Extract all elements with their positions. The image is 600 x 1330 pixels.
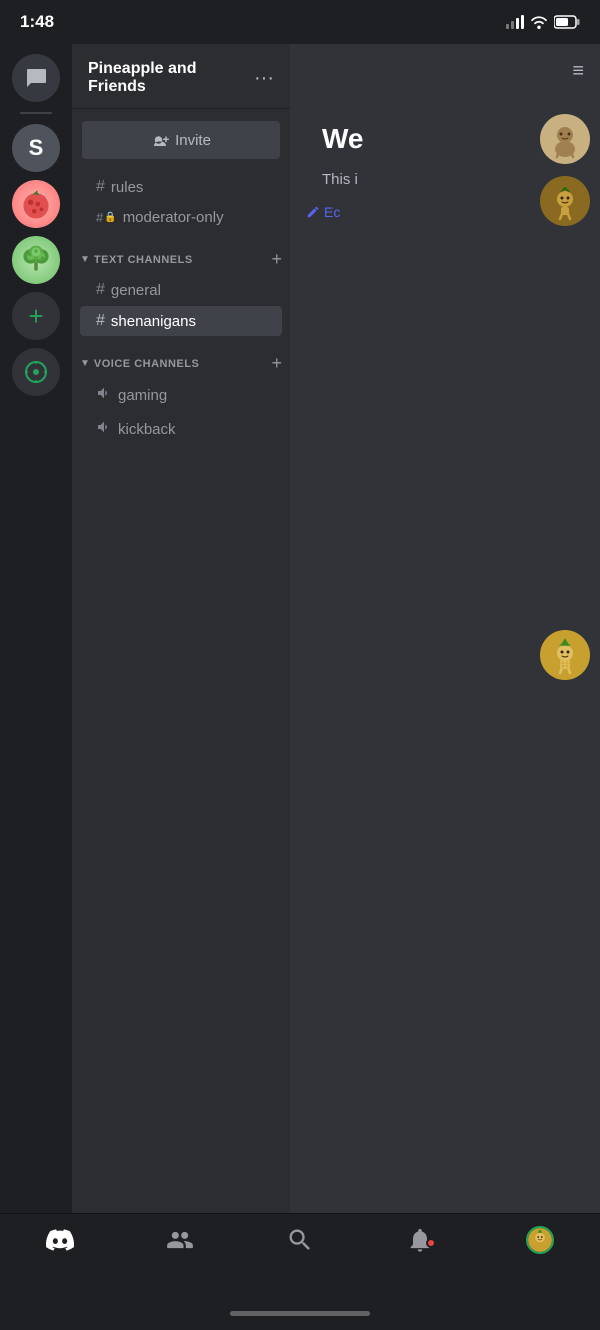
- hash-icon: #: [96, 178, 105, 196]
- category-name-text: TEXT CHANNELS: [94, 254, 193, 266]
- channel-list: # rules #🔒 moderator-only ▼ TEXT CHANNEL…: [72, 171, 290, 1213]
- avatar-2: [540, 176, 590, 226]
- main-layout: S: [0, 44, 600, 1213]
- hash-lock-icon: #🔒: [96, 210, 117, 225]
- right-panel-header: ≡: [290, 44, 600, 99]
- search-icon: [286, 1226, 314, 1254]
- notification-badge: [426, 1238, 436, 1248]
- tab-item-home[interactable]: [46, 1226, 74, 1254]
- server-icon-home[interactable]: [12, 54, 60, 102]
- home-indicator-bar: [230, 1311, 370, 1316]
- channel-item-moderator-only[interactable]: #🔒 moderator-only: [80, 203, 282, 232]
- profile-avatar-icon: [528, 1228, 552, 1252]
- discord-logo-icon: [46, 1226, 74, 1254]
- server-name: Pineapple and Friends: [88, 60, 254, 96]
- edit-label[interactable]: Ec: [324, 204, 340, 220]
- tab-item-friends[interactable]: [166, 1226, 194, 1254]
- tab-bar: [0, 1213, 600, 1296]
- channel-item-general[interactable]: # general: [80, 275, 282, 305]
- tab-item-profile[interactable]: [526, 1226, 554, 1254]
- invite-icon: [151, 131, 169, 149]
- channel-name-general: general: [111, 282, 161, 299]
- status-time: 1:48: [20, 12, 54, 32]
- invite-button[interactable]: Invite: [82, 121, 280, 159]
- channel-name-shenanigans: shenanigans: [111, 313, 196, 330]
- home-indicator: [0, 1296, 600, 1330]
- status-icons: [506, 15, 580, 29]
- server-icon-s[interactable]: S: [12, 124, 60, 172]
- collapse-arrow-voice: ▼: [80, 358, 90, 369]
- pencil-icon: [306, 205, 320, 219]
- category-left: ▼ TEXT CHANNELS: [80, 254, 193, 266]
- hash-icon-shenanigans: #: [96, 312, 105, 330]
- server-icon-explore[interactable]: [12, 348, 60, 396]
- add-voice-channel-icon[interactable]: +: [271, 353, 282, 374]
- status-bar: 1:48: [0, 0, 600, 44]
- avatar-column: [530, 104, 600, 690]
- channel-panel: Pineapple and Friends ··· Invite # rules…: [72, 44, 290, 1213]
- tab-item-notifications[interactable]: [406, 1226, 434, 1254]
- channel-item-gaming[interactable]: gaming: [80, 379, 282, 412]
- channel-item-rules[interactable]: # rules: [80, 172, 282, 202]
- channel-name-kickback: kickback: [118, 421, 176, 438]
- channel-item-shenanigans[interactable]: # shenanigans: [80, 306, 282, 336]
- server-divider: [20, 112, 52, 114]
- more-options-icon[interactable]: ···: [254, 67, 274, 90]
- right-panel: ≡ We This i Ec: [290, 44, 600, 1213]
- hamburger-icon[interactable]: ≡: [572, 60, 584, 83]
- category-name-voice: VOICE CHANNELS: [94, 358, 199, 370]
- server-icon-add[interactable]: +: [12, 292, 60, 340]
- channel-name-rules: rules: [111, 179, 144, 196]
- channel-name-moderator-only: moderator-only: [123, 209, 224, 226]
- category-text-channels[interactable]: ▼ TEXT CHANNELS +: [72, 233, 290, 274]
- avatar-3: [540, 630, 590, 680]
- category-voice-channels[interactable]: ▼ VOICE CHANNELS +: [72, 337, 290, 378]
- speaker-icon-gaming: [96, 385, 112, 406]
- plus-icon: +: [28, 301, 43, 332]
- add-text-channel-icon[interactable]: +: [271, 249, 282, 270]
- avatar-1: [540, 114, 590, 164]
- tab-item-search[interactable]: [286, 1226, 314, 1254]
- server-sidebar: S: [0, 44, 72, 1213]
- battery-icon: [554, 15, 580, 29]
- signal-icon: [506, 15, 524, 29]
- channel-item-kickback[interactable]: kickback: [80, 413, 282, 446]
- server-icon-strawberry[interactable]: [12, 180, 60, 228]
- invite-label: Invite: [175, 132, 211, 149]
- server-header[interactable]: Pineapple and Friends ···: [72, 44, 290, 109]
- speaker-icon-kickback: [96, 419, 112, 440]
- friends-icon: [166, 1226, 194, 1254]
- hash-icon-general: #: [96, 281, 105, 299]
- collapse-arrow-text: ▼: [80, 254, 90, 265]
- wifi-icon: [530, 15, 548, 29]
- category-voice-left: ▼ VOICE CHANNELS: [80, 358, 199, 370]
- server-icon-broccoli[interactable]: [12, 236, 60, 284]
- channel-name-gaming: gaming: [118, 387, 167, 404]
